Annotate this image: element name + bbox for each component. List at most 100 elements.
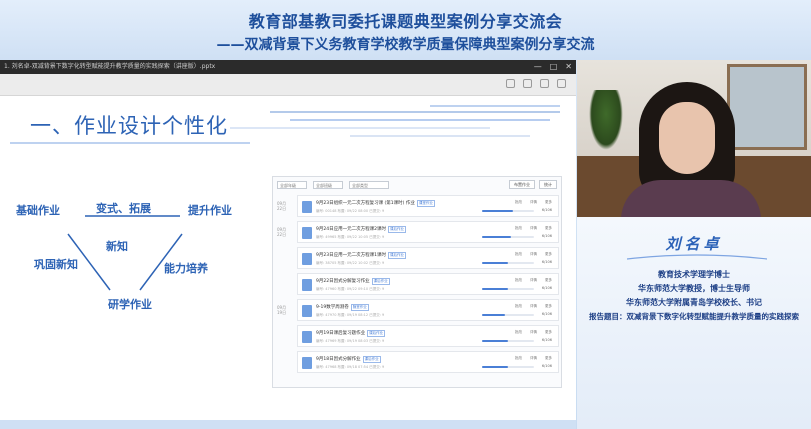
row-action-link[interactable]: 批改: [515, 200, 522, 205]
row-action-link[interactable]: 详情: [530, 278, 537, 283]
progress-fill: [482, 366, 508, 368]
homework-card[interactable]: 9月23日组织一元二次方程复习课 (第1课时) 作业 课堂作业 编号: 00148 …: [297, 195, 559, 217]
grade-filter[interactable]: 全部年级: [277, 181, 307, 189]
row-action-link[interactable]: 批改: [515, 304, 522, 309]
homework-list-screenshot: 全部年级 全部班级 全部类型 布置作业 统计 09月 22日 9月23日组织一元二…: [272, 176, 562, 388]
speaker-face: [659, 102, 715, 174]
homework-card[interactable]: 9月23日应用一元二次方程课1课时 课后作业 编号: 38705 布置: 09/22…: [297, 247, 559, 269]
row-action-link[interactable]: 更多: [545, 304, 552, 309]
slide: 一、作业设计个性化 基础作业 变式、拓展 提升作业 新知 巩固新知 能力培养 研…: [0, 96, 576, 429]
homework-title[interactable]: 9月23日组织一元二次方程复习课 (第1课时) 作业 课堂作业: [316, 200, 435, 207]
event-banner: 教育部基教司委托课题典型案例分享交流会 ——双减背景下义务教育学校教学质量保障典…: [0, 0, 811, 60]
video-plant: [589, 90, 623, 150]
homework-card[interactable]: 9月24日应用一元二次方程课2课时 课后作业 编号: 49965 布置: 09/22…: [297, 221, 559, 243]
row-action-link[interactable]: 详情: [530, 226, 537, 231]
row-action-link[interactable]: 更多: [545, 278, 552, 283]
assign-homework-button[interactable]: 布置作业: [509, 180, 535, 189]
row-action-link[interactable]: 更多: [545, 252, 552, 257]
document-icon: [302, 357, 312, 369]
homework-meta: 编号: 47960 布置: 09/22 09:10 已提交: 9: [316, 287, 385, 291]
row-action-link[interactable]: 详情: [530, 200, 537, 205]
row-action-link[interactable]: 批改: [515, 252, 522, 257]
document-icon: [302, 201, 312, 213]
progress-fill: [482, 288, 508, 290]
table-row[interactable]: 9月19日课后复习题作业 课后作业 编号: 47969 布置: 09/19 08:0…: [277, 325, 559, 347]
table-row[interactable]: 9月22日因式分解复习作业 课后作业 编号: 47960 布置: 09/22 09:…: [277, 273, 559, 295]
window-controls: — □ ✕: [534, 60, 572, 74]
homework-title-text: 9月22日因式分解复习作业: [316, 279, 370, 284]
homework-rows: 09月 22日 9月23日组织一元二次方程复习课 (第1课时) 作业 课堂作业 编号:…: [277, 195, 559, 377]
homework-title-text: 9-19数学周测卷: [316, 305, 349, 310]
homework-type-tag: 课堂作业: [416, 200, 435, 207]
filter-bar: 全部年级 全部班级 全部类型: [277, 181, 389, 189]
homework-title[interactable]: 9月23日应用一元二次方程课1课时 课后作业: [316, 252, 406, 259]
homework-meta: 编号: 47969 布置: 09/19 08:03 已提交: 9: [316, 339, 385, 343]
homework-card[interactable]: 9月22日因式分解复习作业 课后作业 编号: 47960 布置: 09/22 09:…: [297, 273, 559, 295]
toolbar-icon[interactable]: [557, 79, 566, 88]
row-action-link[interactable]: 批改: [515, 330, 522, 335]
video-window-frame: [727, 64, 807, 150]
label-consolidate: 巩固新知: [34, 258, 78, 271]
row-action-link[interactable]: 批改: [515, 356, 522, 361]
row-action-link[interactable]: 批改: [515, 278, 522, 283]
row-action-link[interactable]: 更多: [545, 226, 552, 231]
homework-card[interactable]: 9月18日因式分解作业 课后作业 编号: 47968 布置: 09/18 07:54…: [297, 351, 559, 373]
presentation-toolbar: [0, 74, 576, 96]
maximize-icon[interactable]: □: [550, 60, 558, 74]
speaker-title: 华东师范大学教授，博士生导师: [638, 284, 750, 293]
row-action-link[interactable]: 详情: [530, 304, 537, 309]
homework-meta: 编号: 47970 布置: 09/19 08:12 已提交: 9: [316, 313, 385, 317]
homework-card[interactable]: 9-19数学周测卷 随堂作业编号: 47970 布置: 09/19 08:12 已…: [297, 299, 559, 321]
homework-title[interactable]: 9月19日课后复习题作业 课后作业: [316, 330, 386, 337]
homework-meta: 编号: 49965 布置: 09/22 10:05 已提交: 9: [316, 235, 385, 239]
homework-title[interactable]: 9月18日因式分解作业 课后作业: [316, 356, 381, 363]
document-icon: [302, 331, 312, 343]
homework-title-text: 9月18日因式分解作业: [316, 357, 361, 362]
row-actions: 批改 详情 更多: [515, 330, 552, 335]
table-row[interactable]: 9月18日因式分解作业 课后作业 编号: 47968 布置: 09/18 07:54…: [277, 351, 559, 373]
homework-title[interactable]: 9月22日因式分解复习作业 课后作业: [316, 278, 390, 285]
row-action-link[interactable]: 详情: [530, 252, 537, 257]
toolbar-icon[interactable]: [540, 79, 549, 88]
progress-count: 6/106: [541, 312, 552, 316]
row-date: 09月 22日: [277, 201, 287, 211]
row-actions: 批改 详情 更多: [515, 200, 552, 205]
label-basic-homework: 基础作业: [16, 204, 60, 217]
table-row[interactable]: 09月 22日 9月24日应用一元二次方程课2课时 课后作业 编号: 49965 布置…: [277, 221, 559, 243]
presentation-titlebar: 1. 刘名卓-双减背景下数字化转型赋能提升教学质量的实践探索（讲座版）.pptx…: [0, 60, 576, 74]
table-row[interactable]: 9月23日应用一元二次方程课1课时 课后作业 编号: 38705 布置: 09/22…: [277, 247, 559, 269]
speaker-position: 华东师范大学附属青岛学校校长、书记: [626, 298, 762, 307]
label-research-homework: 研学作业: [108, 298, 152, 311]
homework-title-text: 9月24日应用一元二次方程课2课时: [316, 227, 386, 232]
table-row[interactable]: 09月 19日 9-19数学周测卷 随堂作业编号: 47970 布置: 09/19 …: [277, 299, 559, 321]
speaker-degree: 教育技术学理学博士: [658, 270, 730, 279]
minimize-icon[interactable]: —: [534, 60, 542, 74]
close-icon[interactable]: ✕: [565, 60, 572, 74]
progress-count: 6/106: [541, 338, 552, 342]
stats-button[interactable]: 统计: [539, 180, 557, 189]
document-icon: [302, 227, 312, 239]
row-date: 09月 19日: [277, 305, 287, 315]
speaker-name: 刘名卓: [665, 235, 723, 253]
progress-fill: [482, 262, 508, 264]
toolbar-icon[interactable]: [506, 79, 515, 88]
speaker-body: [621, 180, 761, 217]
class-filter[interactable]: 全部班级: [313, 181, 343, 189]
type-filter[interactable]: 全部类型: [349, 181, 389, 189]
row-action-link[interactable]: 详情: [530, 356, 537, 361]
homework-card[interactable]: 9月19日课后复习题作业 课后作业 编号: 47969 布置: 09/19 08:0…: [297, 325, 559, 347]
row-action-link[interactable]: 更多: [545, 200, 552, 205]
progress-count: 6/106: [541, 234, 552, 238]
progress-fill: [482, 314, 506, 316]
row-action-link[interactable]: 批改: [515, 226, 522, 231]
name-swoosh: [627, 254, 767, 260]
heading-underline: [10, 142, 250, 144]
row-action-link[interactable]: 详情: [530, 330, 537, 335]
homework-title[interactable]: 9月24日应用一元二次方程课2课时 课后作业: [316, 226, 406, 233]
row-action-link[interactable]: 更多: [545, 330, 552, 335]
homework-title[interactable]: 9-19数学周测卷 随堂作业: [316, 304, 369, 311]
row-action-link[interactable]: 更多: [545, 356, 552, 361]
table-row[interactable]: 09月 22日 9月23日组织一元二次方程复习课 (第1课时) 作业 课堂作业 编号:…: [277, 195, 559, 217]
toolbar-icon[interactable]: [523, 79, 532, 88]
homework-meta: 编号: 00148 布置: 09/22 08:00 已提交: 9: [316, 209, 385, 213]
